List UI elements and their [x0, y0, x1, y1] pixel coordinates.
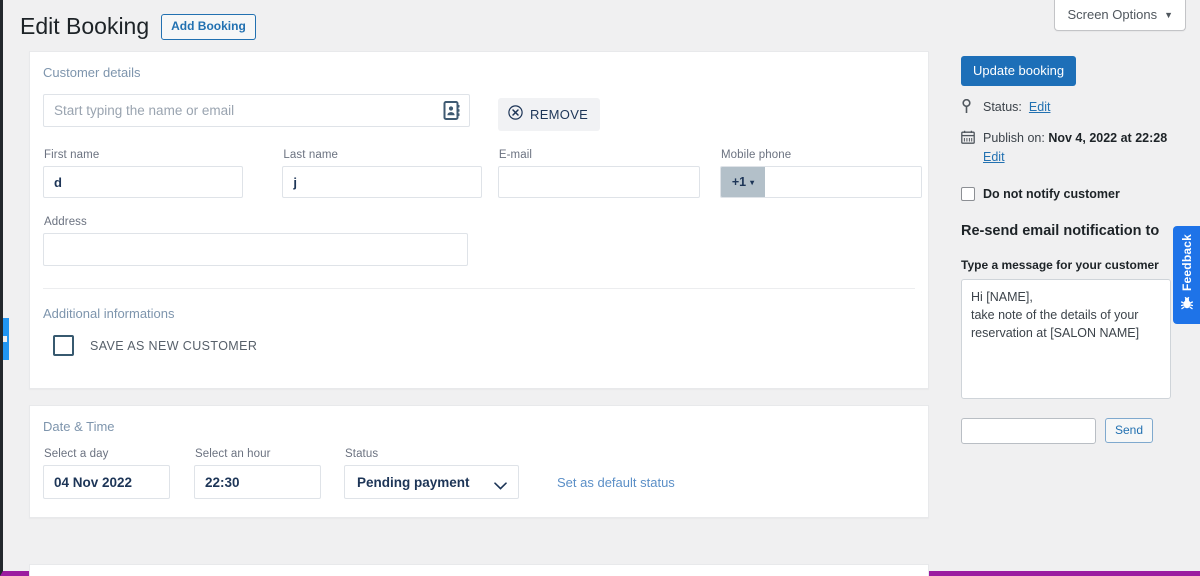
do-not-notify-checkbox[interactable] — [961, 187, 975, 202]
customer-fields-grid: First name d Last name j E-mail Mobile p… — [43, 149, 922, 198]
customer-details-panel: Customer details Start typing the name o… — [29, 51, 929, 389]
address-label: Address — [44, 216, 87, 228]
next-panel-partial — [29, 564, 929, 576]
save-as-new-customer-row: SAVE AS NEW CUSTOMER — [53, 335, 915, 356]
address-input[interactable] — [43, 233, 468, 266]
address-book-icon[interactable] — [443, 101, 461, 120]
page-header: Edit Booking Add Booking — [20, 12, 256, 42]
mobile-phone-field-group: Mobile phone +1 ▾ — [720, 149, 922, 198]
circle-x-icon — [508, 105, 523, 123]
screen-options-button[interactable]: Screen Options ▼ — [1054, 0, 1186, 31]
publish-meta-label: Publish on: — [983, 130, 1045, 145]
status-edit-link[interactable]: Edit — [1029, 98, 1051, 117]
chevron-down-icon: ▾ — [750, 177, 755, 187]
save-as-new-customer-checkbox[interactable] — [53, 335, 74, 356]
publish-edit-link[interactable]: Edit — [983, 150, 1005, 164]
send-email-input[interactable] — [961, 417, 1096, 444]
add-booking-button[interactable]: Add Booking — [161, 14, 256, 40]
chevron-down-icon: ▼ — [1164, 9, 1173, 20]
first-name-field-group: First name d — [43, 149, 282, 198]
mobile-phone-label: Mobile phone — [721, 149, 792, 161]
publish-meta-wrap: Publish on: Nov 4, 2022 at 22:28 Edit — [983, 129, 1189, 167]
select-hour-group: Select an hour 22:30 — [194, 448, 344, 499]
country-code-value: +1 — [731, 175, 747, 189]
feedback-tab-label: Feedback — [1179, 234, 1194, 291]
message-label: Type a message for your customer — [961, 257, 1159, 272]
customer-search-input[interactable]: Start typing the name or email — [43, 94, 470, 127]
send-row: Send — [961, 417, 1189, 444]
status-label: Status — [345, 448, 379, 460]
status-select[interactable]: Pending payment — [344, 465, 519, 499]
set-default-status-link[interactable]: Set as default status — [557, 475, 675, 490]
screen-options-label: Screen Options — [1067, 7, 1158, 22]
remove-customer-button[interactable]: REMOVE — [498, 98, 601, 131]
address-field-group: Address — [43, 216, 915, 266]
chevron-down-icon — [494, 478, 507, 490]
date-time-panel: Date & Time Select a day 04 Nov 2022 Sel… — [29, 405, 929, 518]
email-input[interactable] — [497, 166, 700, 198]
save-as-new-customer-label: SAVE AS NEW CUSTOMER — [90, 338, 258, 353]
status-group: Status Pending payment — [344, 448, 534, 499]
first-name-label: First name — [44, 149, 100, 161]
admin-page: Screen Options ▼ Edit Booking Add Bookin… — [0, 0, 1200, 576]
publish-meta-row: Publish on: Nov 4, 2022 at 22:28 Edit — [961, 129, 1189, 167]
status-meta-label: Status: — [983, 100, 1022, 114]
resend-notification-title: Re-send email notification to — [961, 223, 1160, 240]
status-meta-row: Status: Edit — [961, 98, 1189, 120]
status-select-value: Pending payment — [357, 474, 470, 490]
message-textarea[interactable]: Hi [NAME], take note of the details of y… — [961, 278, 1171, 399]
email-label: E-mail — [498, 149, 533, 161]
remove-customer-label: REMOVE — [530, 106, 589, 122]
main-column: Customer details Start typing the name o… — [29, 51, 929, 534]
sidebar-column: Update booking Status: Edit Publish on: … — [961, 56, 1189, 444]
first-name-input[interactable]: d — [43, 166, 243, 198]
additional-informations-title: Additional informations — [43, 306, 175, 321]
update-booking-button[interactable]: Update booking — [961, 56, 1077, 86]
date-time-row: Select a day 04 Nov 2022 Select an hour … — [43, 448, 915, 517]
select-day-group: Select a day 04 Nov 2022 — [43, 448, 194, 499]
bug-icon — [1180, 296, 1194, 315]
publish-date-value: Nov 4, 2022 at 22:28 — [1048, 130, 1168, 145]
customer-details-title: Customer details — [43, 65, 141, 80]
last-name-label: Last name — [283, 149, 338, 161]
select-hour-input[interactable]: 22:30 — [194, 465, 321, 499]
calendar-icon — [961, 129, 976, 150]
do-not-notify-label: Do not notify customer — [983, 187, 1120, 202]
last-name-field-group: Last name j — [282, 149, 497, 198]
last-name-input[interactable]: j — [282, 166, 483, 198]
customer-search-wrapper: Start typing the name or email — [43, 94, 470, 127]
mobile-phone-input[interactable] — [765, 167, 921, 197]
customer-search-row: Start typing the name or email REMOVE — [43, 94, 915, 131]
page-title: Edit Booking — [20, 13, 150, 39]
select-day-label: Select a day — [44, 448, 109, 460]
email-field-group: E-mail — [497, 149, 720, 198]
select-hour-label: Select an hour — [195, 448, 271, 460]
feedback-tab[interactable]: Feedback — [1173, 226, 1200, 324]
date-time-title: Date & Time — [43, 419, 115, 434]
left-edge-indicator-gap — [3, 336, 7, 342]
do-not-notify-row: Do not notify customer — [961, 187, 1189, 202]
send-button[interactable]: Send — [1105, 418, 1154, 444]
pin-icon — [961, 98, 976, 120]
country-code-select[interactable]: +1 ▾ — [721, 167, 765, 197]
select-day-input[interactable]: 04 Nov 2022 — [43, 465, 170, 499]
mobile-phone-wrapper: +1 ▾ — [720, 166, 922, 198]
